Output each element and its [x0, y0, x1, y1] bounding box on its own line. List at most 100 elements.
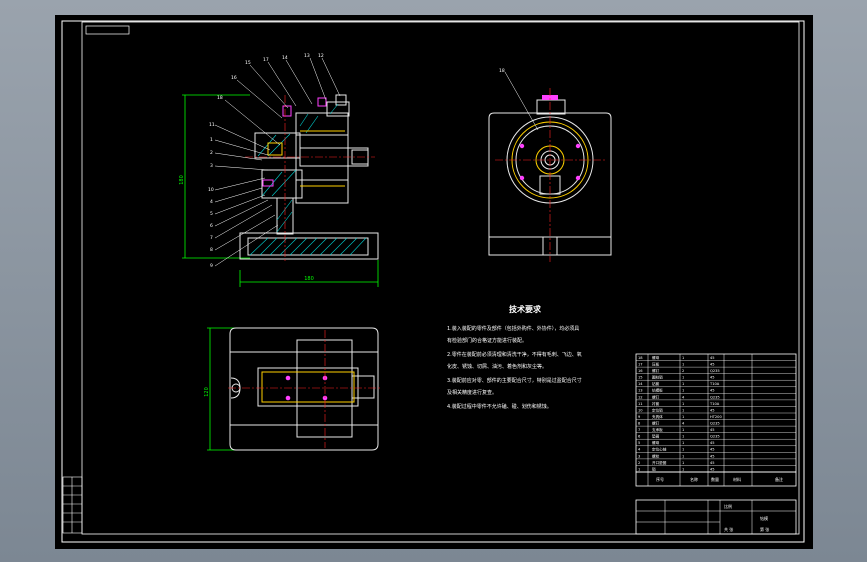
title-label-4: 第 张: [760, 526, 769, 532]
parts-row-cell: 1: [682, 402, 684, 406]
parts-row-cell: 螺栓: [652, 453, 660, 458]
balloon-16: 16: [231, 75, 237, 81]
parts-row-cell: 定位心轴: [652, 447, 667, 452]
parts-row-cell: 2: [682, 369, 684, 373]
title-label-1: 比例: [724, 503, 732, 509]
tech-note-line-7: 4.装配过程中零件不允许磕、碰、划伤和锈蚀。: [447, 403, 552, 410]
parts-row-cell: 衬套: [652, 401, 660, 406]
parts-row-cell: 1: [682, 408, 684, 412]
balloon-3: 3: [210, 163, 213, 169]
parts-row-cell: 1: [682, 467, 684, 471]
parts-row-cell: 支承板: [652, 427, 663, 432]
balloon-2: 2: [210, 150, 213, 156]
parts-row-cell: 夹具体: [652, 414, 663, 419]
parts-row-cell: 圆柱销: [652, 375, 663, 380]
parts-row-cell: Q235: [710, 435, 720, 439]
parts-row-cell: 1: [682, 356, 684, 360]
header-material: 材料: [733, 476, 741, 482]
balloon-15: 15: [245, 60, 251, 66]
parts-row-cell: 1: [682, 389, 684, 393]
parts-row-cell: 1: [682, 363, 684, 367]
parts-row-cell: 7: [638, 428, 640, 432]
parts-row-cell: 45: [710, 363, 715, 367]
parts-row-cell: 螺母: [652, 440, 660, 445]
parts-row-cell: 2: [638, 461, 640, 465]
parts-row-cell: HT200: [710, 415, 722, 419]
parts-row-cell: 45: [710, 441, 715, 445]
parts-row-cell: Q235: [710, 422, 720, 426]
parts-row-cell: 45: [710, 467, 715, 471]
header-name: 名称: [690, 476, 698, 482]
parts-row-cell: 17: [638, 363, 643, 367]
parts-row-cell: 1: [682, 441, 684, 445]
front-height-dim: 180: [179, 175, 185, 185]
title-label-2: 钻模: [760, 515, 768, 521]
parts-row-cell: 16: [638, 369, 643, 373]
parts-row-cell: 1: [682, 415, 684, 419]
balloon-14: 14: [282, 55, 288, 61]
parts-row-cell: 垫圈: [652, 434, 660, 439]
parts-row-cell: 钻套: [652, 381, 660, 386]
parts-row-cell: 1: [682, 454, 684, 458]
parts-row-cell: 开口垫圈: [652, 460, 667, 465]
balloon-8: 8: [210, 247, 213, 253]
parts-row-cell: 钻模板: [652, 388, 663, 393]
tech-note-line-5: 3.装配前应对零、部件的主要配合尺寸，特别是过盈配合尺寸: [447, 377, 582, 384]
parts-row-cell: 1: [682, 428, 684, 432]
top-height-dim: 120: [204, 387, 210, 397]
balloon-10: 10: [208, 187, 214, 193]
side-view-balloon: 18: [499, 68, 505, 74]
parts-row-cell: 销: [652, 466, 656, 471]
engineering-drawing: 180 180 18 16 15 17 14 13 12 11 1 2 3 10…: [55, 15, 813, 549]
header-seq: 序号: [656, 476, 664, 482]
balloon-11: 11: [209, 122, 215, 128]
parts-row-cell: 螺钉: [652, 394, 660, 399]
parts-row-cell: 45: [710, 461, 715, 465]
balloon-13: 13: [304, 53, 310, 59]
balloon-1: 1: [210, 137, 213, 143]
parts-row-cell: 45: [710, 376, 715, 380]
front-width-dim: 180: [304, 276, 314, 282]
tech-note-line-6: 及相关精度进行复查。: [447, 389, 497, 396]
balloon-17: 17: [263, 57, 269, 63]
parts-row-cell: 螺钉: [652, 368, 660, 373]
tech-note-line-3: 2.零件在装配前必须清理和清洗干净，不得有毛刺、飞边、氧: [447, 351, 582, 358]
parts-row-cell: 13: [638, 389, 643, 393]
balloon-6: 6: [210, 223, 213, 229]
parts-row-cell: 18: [638, 356, 643, 360]
title-label-3: 共 张: [724, 526, 733, 532]
tech-note-line-4: 化皮、锈蚀、切屑、油污、着色剂和灰尘等。: [447, 363, 547, 370]
parts-row-cell: 1: [638, 467, 640, 471]
parts-row-cell: T10A: [709, 382, 720, 386]
cad-viewport[interactable]: 180 180 18 16 15 17 14 13 12 11 1 2 3 10…: [0, 0, 867, 562]
parts-row-cell: 5: [638, 441, 640, 445]
drawing-canvas: [55, 15, 813, 549]
parts-row-cell: 15: [638, 376, 643, 380]
parts-row-cell: 1: [682, 435, 684, 439]
parts-row-cell: 1: [682, 376, 684, 380]
header-remark: 备注: [775, 476, 783, 482]
parts-row-cell: 10: [638, 408, 643, 412]
balloon-18: 18: [217, 95, 223, 101]
tech-note-line-1: 1.装入装配的零件及部件（包括外购件、外协件），均必须具: [447, 325, 579, 332]
parts-row-cell: 45: [710, 454, 715, 458]
parts-row-cell: 压板: [652, 362, 660, 367]
parts-row-cell: 12: [638, 395, 643, 399]
parts-row-cell: T10A: [709, 402, 720, 406]
tech-notes-title: 技术要求: [509, 304, 542, 314]
balloon-7: 7: [210, 235, 213, 241]
parts-row-cell: 45: [710, 408, 715, 412]
parts-row-cell: 45: [710, 389, 715, 393]
header-qty: 数量: [711, 476, 719, 482]
balloon-9: 9: [210, 263, 213, 269]
parts-row-cell: 螺母: [652, 355, 660, 360]
balloon-5: 5: [210, 211, 213, 217]
parts-row-cell: 1: [682, 448, 684, 452]
parts-row-cell: 螺钉: [652, 421, 660, 426]
parts-row-cell: 定位销: [652, 407, 663, 412]
parts-row-cell: Q235: [710, 395, 720, 399]
parts-row-cell: 14: [638, 382, 643, 386]
parts-row-cell: 45: [710, 356, 715, 360]
parts-row-cell: 45: [710, 428, 715, 432]
balloon-12: 12: [318, 53, 324, 59]
